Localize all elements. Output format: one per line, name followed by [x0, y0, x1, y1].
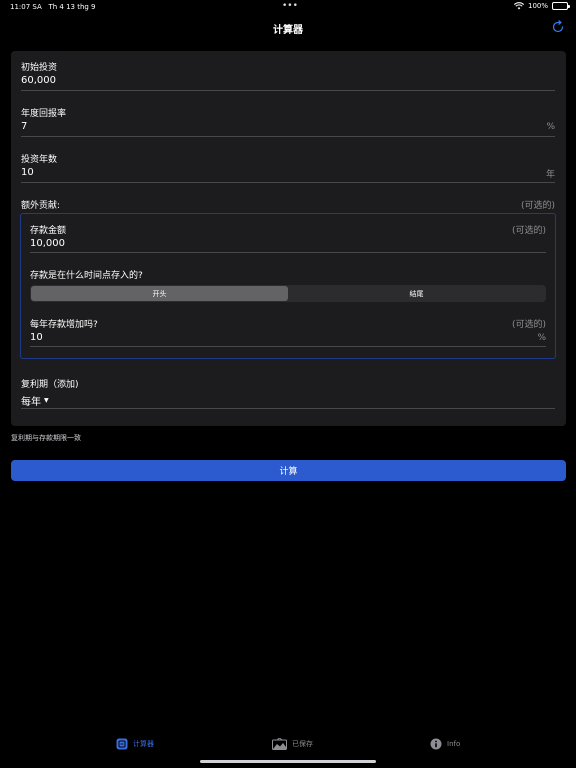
refresh-icon[interactable] — [551, 20, 565, 34]
divider — [21, 136, 555, 137]
tab-label: 已保存 — [292, 740, 313, 748]
deposit-increase-label: 每年存款增加吗? — [30, 320, 98, 330]
percent-unit: % — [537, 333, 546, 343]
investment-years-value[interactable]: 10 — [21, 167, 34, 178]
optional-label: (可选的) — [511, 320, 546, 330]
compound-period-dropdown[interactable]: 每年 ▼ — [21, 393, 49, 408]
divider — [21, 408, 555, 409]
compound-note: 复利期与存款期限一致 — [11, 434, 81, 442]
tab-calculator[interactable]: 计算器 — [116, 738, 154, 750]
status-time: 11:07 SA Th 4 13 thg 9 — [10, 3, 96, 11]
input-card: 初始投资 60,000 年度回报率 7 % 投资年数 10 年 额外贡献: (可… — [11, 51, 566, 426]
status-bar: 11:07 SA Th 4 13 thg 9 ••• 100% — [0, 0, 576, 14]
annual-return-label: 年度回报率 — [21, 109, 67, 119]
segment-end[interactable]: 结尾 — [288, 286, 545, 301]
extra-contribution-box: 存款金额 (可选的) 10,000 存款是在什么时间点存入的? 开头 结尾 每年… — [20, 213, 556, 359]
percent-unit: % — [546, 122, 555, 132]
home-indicator — [200, 760, 376, 763]
status-date: Th 4 13 thg 9 — [48, 3, 96, 11]
compound-period-value: 每年 — [21, 397, 41, 408]
deposit-timing-label: 存款是在什么时间点存入的? — [30, 271, 143, 281]
wifi-icon — [513, 2, 524, 10]
initial-investment-label: 初始投资 — [21, 63, 58, 73]
battery-icon — [552, 2, 570, 10]
tab-label: 计算器 — [133, 740, 154, 748]
tab-label: Info — [447, 740, 461, 748]
divider — [21, 182, 555, 183]
calculator-icon — [116, 738, 128, 750]
optional-label: (可选的) — [511, 226, 546, 236]
multitask-dots[interactable]: ••• — [282, 1, 298, 11]
investment-years-label: 投资年数 — [21, 155, 58, 165]
extra-contribution-label: 额外贡献: — [21, 201, 61, 211]
compound-period-label: 复利期（添加) — [21, 380, 79, 390]
deposit-amount-field[interactable]: 存款金额 (可选的) 10,000 — [30, 223, 546, 253]
tab-bar: 计算器 已保存 Info — [0, 733, 576, 759]
investment-years-field[interactable]: 投资年数 10 年 — [21, 152, 555, 184]
deposit-timing-segmented: 开头 结尾 — [30, 285, 546, 302]
annual-return-value[interactable]: 7 — [21, 121, 27, 132]
divider — [30, 346, 546, 347]
deposit-amount-label: 存款金额 — [30, 226, 67, 236]
info-icon — [430, 738, 442, 750]
initial-investment-field[interactable]: 初始投资 60,000 — [21, 60, 555, 92]
deposit-increase-value[interactable]: 10 — [30, 332, 43, 343]
initial-investment-value[interactable]: 60,000 — [21, 75, 56, 86]
tab-info[interactable]: Info — [430, 738, 460, 750]
years-unit: 年 — [545, 170, 555, 180]
deposit-increase-field[interactable]: 每年存款增加吗? (可选的) 10 % — [30, 317, 546, 347]
optional-label: (可选的) — [520, 201, 555, 211]
chevron-down-icon: ▼ — [44, 397, 49, 404]
calculator-screen: 11:07 SA Th 4 13 thg 9 ••• 100% 计算器 初始投资… — [0, 0, 576, 768]
divider — [21, 90, 555, 91]
compound-period-field: 复利期（添加) — [21, 377, 555, 411]
page-title: 计算器 — [273, 25, 303, 36]
battery-percent: 100% — [527, 2, 548, 10]
tab-saved[interactable]: 已保存 — [272, 738, 313, 750]
deposit-amount-value[interactable]: 10,000 — [30, 238, 65, 249]
segment-beginning[interactable]: 开头 — [31, 286, 288, 301]
extra-contribution-header: 额外贡献: (可选的) — [21, 198, 555, 211]
divider — [30, 252, 546, 253]
calculate-button[interactable]: 计算 — [11, 460, 566, 481]
status-right: 100% — [513, 2, 570, 10]
saved-chart-icon — [272, 738, 287, 750]
annual-return-field[interactable]: 年度回报率 7 % — [21, 106, 555, 138]
